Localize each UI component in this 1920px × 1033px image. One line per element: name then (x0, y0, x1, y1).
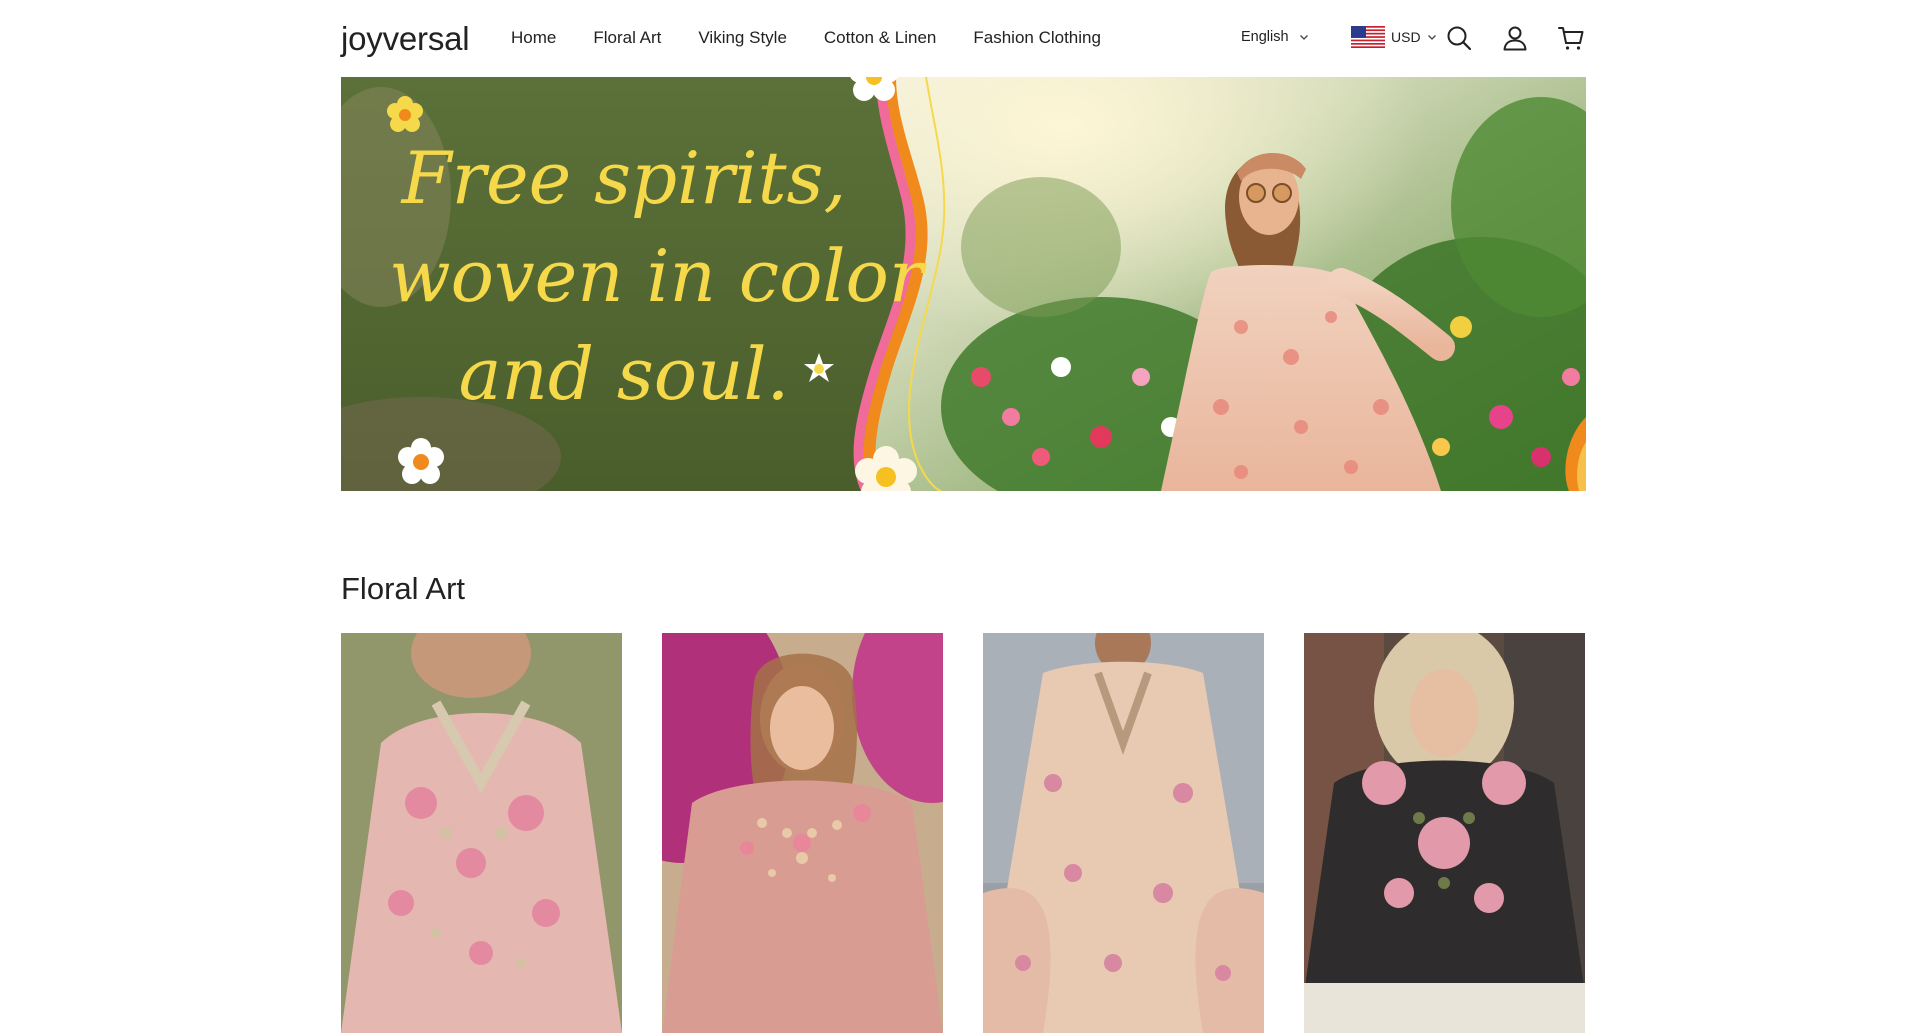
hero-line: and soul. (458, 332, 790, 416)
product-image (662, 633, 943, 1033)
main-nav: Home Floral Art Viking Style Cotton & Li… (511, 28, 1101, 48)
product-card[interactable] (1304, 633, 1585, 1033)
currency-label: USD (1391, 29, 1421, 45)
hero-headline: Free spirits, woven in color and soul. (389, 129, 924, 423)
chevron-down-icon (1427, 35, 1436, 40)
site-header: joyversal Home Floral Art Viking Style C… (341, 0, 1586, 77)
hero-line: woven in color (389, 234, 924, 318)
hero-banner[interactable]: Free spirits, woven in color and soul. (341, 77, 1586, 491)
product-grid (341, 633, 1586, 1033)
product-card[interactable] (341, 633, 622, 1033)
us-flag-icon (1351, 26, 1385, 48)
nav-floral-art[interactable]: Floral Art (593, 28, 661, 48)
product-image (341, 633, 622, 1033)
language-selector[interactable]: English (1241, 29, 1309, 45)
chevron-down-icon (1299, 35, 1308, 40)
product-card[interactable] (662, 633, 943, 1033)
section-title-floral-art: Floral Art (341, 571, 466, 606)
currency-selector[interactable]: USD (1351, 26, 1437, 48)
product-image (983, 633, 1264, 1033)
cart-icon[interactable] (1557, 24, 1585, 52)
page: joyversal Home Floral Art Viking Style C… (341, 0, 1586, 1033)
user-icon[interactable] (1501, 24, 1529, 52)
nav-fashion-clothing[interactable]: Fashion Clothing (973, 28, 1101, 48)
hero-line: Free spirits, (401, 136, 847, 220)
nav-cotton-linen[interactable]: Cotton & Linen (824, 28, 936, 48)
product-image (1304, 633, 1585, 1033)
nav-home[interactable]: Home (511, 28, 556, 48)
site-logo[interactable]: joyversal (341, 20, 470, 58)
nav-viking-style[interactable]: Viking Style (698, 28, 787, 48)
search-icon[interactable] (1445, 24, 1473, 52)
product-card[interactable] (983, 633, 1264, 1033)
language-label: English (1241, 29, 1289, 45)
